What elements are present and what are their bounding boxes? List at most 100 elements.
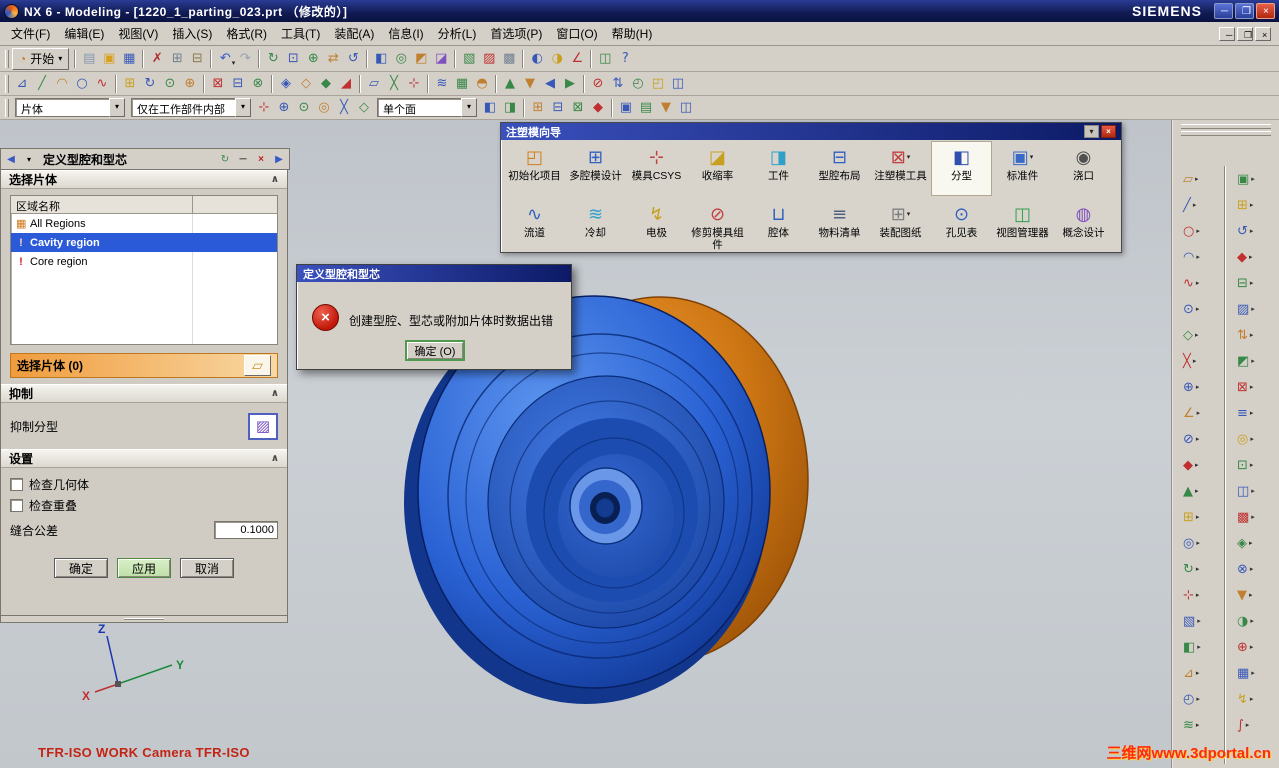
select-f-icon[interactable]: ▤ bbox=[636, 98, 656, 118]
redo-icon[interactable]: ↷ bbox=[235, 49, 255, 69]
face-rule-a-icon[interactable]: ◧ bbox=[480, 98, 500, 118]
menu-item-7[interactable]: 信息(I) bbox=[381, 22, 430, 45]
cancel-button[interactable]: 取消 bbox=[180, 558, 234, 578]
panel-resize-handle[interactable] bbox=[0, 616, 288, 623]
mdi-minimize-button[interactable]: ─ bbox=[1219, 26, 1235, 41]
revolve-icon[interactable]: ↻ bbox=[140, 74, 160, 94]
trim-icon[interactable]: ⊘ bbox=[588, 74, 608, 94]
rail-icon-7[interactable]: ╳ ▸ bbox=[1179, 348, 1219, 374]
shaded-icon[interactable]: ◧ bbox=[371, 49, 391, 69]
chevron-down-icon[interactable]: ▾ bbox=[235, 98, 251, 117]
save-icon[interactable]: ▦ bbox=[119, 49, 139, 69]
rail-icon-3[interactable]: ◠ ▸ bbox=[1179, 244, 1219, 270]
layer-icon[interactable]: ▧ bbox=[459, 49, 479, 69]
wizard-item-4[interactable]: ◨ 工件 bbox=[748, 141, 809, 196]
new-icon[interactable]: ▤ bbox=[79, 49, 99, 69]
rail-icon-11[interactable]: ◆ ▸ bbox=[1179, 452, 1219, 478]
rail-icon-9[interactable]: ≡ ▸ bbox=[1233, 400, 1273, 426]
wizard-item-1[interactable]: ≋ 冷却 bbox=[565, 198, 626, 253]
snap-intersect-icon[interactable]: ╳ bbox=[334, 98, 354, 118]
sketch-icon[interactable]: ⊿ bbox=[12, 74, 32, 94]
boss-icon[interactable]: ⊕ bbox=[180, 74, 200, 94]
rail-icon-14[interactable]: ◎ ▸ bbox=[1179, 530, 1219, 556]
wizard-item-9[interactable]: ◍ 概念设计 bbox=[1053, 198, 1114, 253]
mirror-icon[interactable]: ◫ bbox=[668, 74, 688, 94]
rail-icon-3[interactable]: ◆ ▸ bbox=[1233, 244, 1273, 270]
edit-right-icon[interactable]: ▶ bbox=[560, 74, 580, 94]
restore-button[interactable]: ❐ bbox=[1235, 3, 1254, 19]
rail-icon-17[interactable]: ◑ ▸ bbox=[1233, 608, 1273, 634]
menu-item-11[interactable]: 帮助(H) bbox=[605, 22, 660, 45]
rail-icon-4[interactable]: ∿ ▸ bbox=[1179, 270, 1219, 296]
rail-icon-6[interactable]: ◇ ▸ bbox=[1179, 322, 1219, 348]
dialog-back-button[interactable]: ◀ bbox=[3, 151, 19, 167]
wizard-item-6[interactable]: ⊠ ▾ 注塑模工具 bbox=[870, 141, 931, 196]
menu-item-5[interactable]: 工具(T) bbox=[274, 22, 327, 45]
datum-csys-icon[interactable]: ⊹ bbox=[404, 74, 424, 94]
sheet-body-icon[interactable]: ▱ bbox=[244, 355, 271, 376]
ok-button[interactable]: 确定 bbox=[54, 558, 108, 578]
error-ok-button[interactable]: 确定 (O) bbox=[405, 340, 465, 361]
menu-item-2[interactable]: 视图(V) bbox=[111, 22, 165, 45]
pattern-icon[interactable]: ◰ bbox=[648, 74, 668, 94]
dialog-dropdown-button[interactable]: ▾ bbox=[21, 151, 37, 167]
subtract-icon[interactable]: ⊟ bbox=[228, 74, 248, 94]
rail-icon-20[interactable]: ↯ ▸ bbox=[1233, 686, 1273, 712]
rail-icon-14[interactable]: ◈ ▸ bbox=[1233, 530, 1273, 556]
mold-wizard-titlebar[interactable]: 注塑模向导 ▾ × bbox=[501, 123, 1121, 140]
mdi-restore-button[interactable]: ❐ bbox=[1237, 26, 1253, 41]
edit-up-icon[interactable]: ▲ bbox=[500, 74, 520, 94]
rail-icon-18[interactable]: ◧ ▸ bbox=[1179, 634, 1219, 660]
menu-item-4[interactable]: 格式(R) bbox=[219, 22, 274, 45]
help-icon[interactable]: ? bbox=[615, 49, 635, 69]
wizard-item-6[interactable]: ⊞ ▾ 装配图纸 bbox=[870, 198, 931, 253]
copy-icon[interactable]: ⊞ bbox=[167, 49, 187, 69]
snap-quadrant-icon[interactable]: ◇ bbox=[354, 98, 374, 118]
wizard-item-9[interactable]: ◉ 浇口 bbox=[1053, 141, 1114, 196]
rail-icon-19[interactable]: ▦ ▸ bbox=[1233, 660, 1273, 686]
menu-item-1[interactable]: 编辑(E) bbox=[57, 22, 111, 45]
info-icon[interactable]: ◐ bbox=[527, 49, 547, 69]
type-filter-combo[interactable]: 片体 ▾ bbox=[15, 98, 125, 117]
menu-item-6[interactable]: 装配(A) bbox=[327, 22, 381, 45]
edit-left-icon[interactable]: ◀ bbox=[540, 74, 560, 94]
datum-plane-icon[interactable]: ▱ bbox=[364, 74, 384, 94]
select-c-icon[interactable]: ⊠ bbox=[568, 98, 588, 118]
rail-icon-8[interactable]: ⊠ ▸ bbox=[1233, 374, 1273, 400]
rail-icon-12[interactable]: ▲ ▸ bbox=[1179, 478, 1219, 504]
chevron-down-icon[interactable]: ▾ bbox=[109, 98, 125, 117]
circle-icon[interactable]: ○ bbox=[72, 74, 92, 94]
rail-icon-8[interactable]: ⊕ ▸ bbox=[1179, 374, 1219, 400]
menu-item-10[interactable]: 窗口(O) bbox=[549, 22, 604, 45]
cut-icon[interactable]: ✗ bbox=[147, 49, 167, 69]
rail-icon-6[interactable]: ⇅ ▸ bbox=[1233, 322, 1273, 348]
wizard-item-1[interactable]: ⊞ 多腔模设计 bbox=[565, 141, 626, 196]
unite-icon[interactable]: ⊠ bbox=[208, 74, 228, 94]
apply-button[interactable]: 应用 bbox=[117, 558, 171, 578]
rail-icon-1[interactable]: ⊞ ▸ bbox=[1233, 192, 1273, 218]
select-e-icon[interactable]: ▣ bbox=[616, 98, 636, 118]
rail-icon-2[interactable]: ↺ ▸ bbox=[1233, 218, 1273, 244]
select-b-icon[interactable]: ⊟ bbox=[548, 98, 568, 118]
rail-icon-7[interactable]: ◩ ▸ bbox=[1233, 348, 1273, 374]
wizard-item-2[interactable]: ⊹ 模具CSYS bbox=[626, 141, 687, 196]
datum-axis-icon[interactable]: ╳ bbox=[384, 74, 404, 94]
rail-grip[interactable] bbox=[1181, 124, 1271, 129]
wizard-item-7[interactable]: ⊙ 孔见表 bbox=[931, 198, 992, 253]
wizard-item-5[interactable]: ⊟ 型腔布局 bbox=[809, 141, 870, 196]
rail-grip[interactable] bbox=[1181, 131, 1271, 136]
extrude-icon[interactable]: ⊞ bbox=[120, 74, 140, 94]
draft-icon[interactable]: ◢ bbox=[336, 74, 356, 94]
rail-icon-10[interactable]: ◎ ▸ bbox=[1233, 426, 1273, 452]
refresh-icon[interactable]: ↻ bbox=[263, 49, 283, 69]
section-settings[interactable]: 设置 ∧ bbox=[1, 449, 287, 468]
shell-icon[interactable]: ◆ bbox=[316, 74, 336, 94]
snap-end-icon[interactable]: ⊕ bbox=[274, 98, 294, 118]
offset-icon[interactable]: ◴ bbox=[628, 74, 648, 94]
rail-icon-0[interactable]: ▣ ▸ bbox=[1233, 166, 1273, 192]
select-a-icon[interactable]: ⊞ bbox=[528, 98, 548, 118]
rail-icon-13[interactable]: ▩ ▸ bbox=[1233, 504, 1273, 530]
edit-down-icon[interactable]: ▼ bbox=[520, 74, 540, 94]
start-menu-button[interactable]: ◔ 开始 ▾ bbox=[12, 47, 70, 70]
measure-icon[interactable]: ∠ bbox=[567, 49, 587, 69]
